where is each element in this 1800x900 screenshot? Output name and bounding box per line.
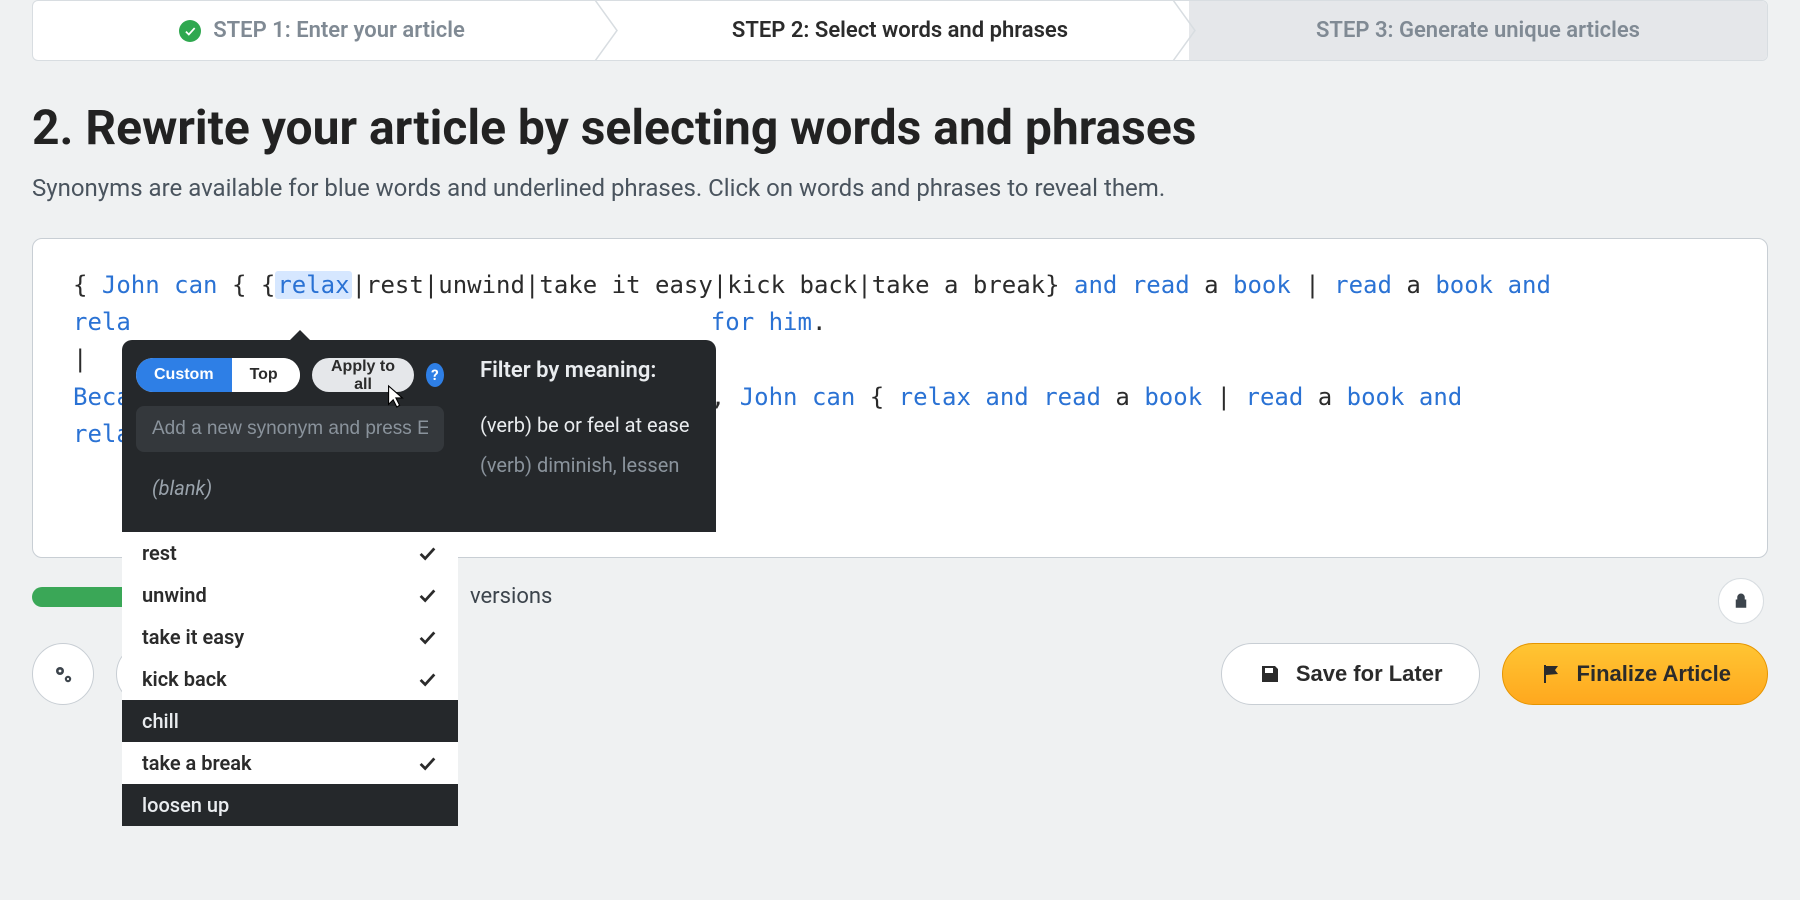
save-icon — [1258, 662, 1282, 686]
settings-button[interactable] — [32, 643, 94, 705]
synonym-option[interactable]: loosen up — [122, 784, 458, 826]
synonym-option[interactable]: unwind — [122, 574, 458, 616]
save-for-later-button[interactable]: Save for Later — [1221, 643, 1480, 705]
popover-arrow-icon — [288, 330, 312, 342]
check-icon — [416, 542, 438, 564]
help-icon[interactable]: ? — [426, 363, 444, 387]
check-icon — [179, 20, 201, 42]
step-separator-icon — [593, 1, 629, 60]
tab-custom[interactable]: Custom — [136, 358, 232, 392]
check-icon — [416, 668, 438, 690]
page-title: 2. Rewrite your article by selecting wor… — [32, 99, 1768, 156]
filter-meaning-option[interactable]: (verb) diminish, lessen — [480, 445, 694, 485]
synonym-list: rest unwind take it easy kick back chill… — [122, 532, 458, 826]
step-2[interactable]: STEP 2: Select words and phrases — [611, 1, 1189, 60]
lock-icon — [1732, 591, 1750, 611]
step-1[interactable]: STEP 1: Enter your article — [33, 1, 611, 60]
flag-icon — [1539, 662, 1563, 686]
step-3[interactable]: STEP 3: Generate unique articles — [1189, 1, 1767, 60]
check-icon — [416, 626, 438, 648]
blank-option[interactable]: (blank) — [136, 466, 444, 514]
filter-title: Filter by meaning: — [480, 358, 694, 383]
step-separator-icon — [1171, 1, 1207, 60]
lock-button[interactable] — [1718, 578, 1764, 624]
synonym-option[interactable]: kick back — [122, 658, 458, 700]
synonym-mode-segmented: Custom Top All — [136, 358, 300, 392]
step-2-label: STEP 2: Select words and phrases — [732, 18, 1068, 43]
editor-line: relafor him. — [73, 304, 1727, 341]
synonym-option[interactable]: take it easy — [122, 616, 458, 658]
add-synonym-input[interactable] — [136, 406, 444, 452]
check-icon — [416, 752, 438, 774]
wizard-stepper: STEP 1: Enter your article STEP 2: Selec… — [32, 0, 1768, 61]
synonym-option[interactable]: take a break — [122, 742, 458, 784]
editor-line: { John can { {relax|rest|unwind|take it … — [73, 267, 1727, 304]
synonym-popover: Custom Top All Apply to all ? (blank) Fi… — [122, 340, 716, 826]
step-1-label: STEP 1: Enter your article — [213, 18, 465, 43]
synonym-option[interactable]: chill — [122, 700, 458, 742]
synonym-option[interactable]: rest — [122, 532, 458, 574]
filter-panel: Filter by meaning: (verb) be or feel at … — [458, 340, 716, 532]
selected-word[interactable]: relax — [275, 271, 351, 299]
gear-icon — [51, 662, 75, 686]
apply-to-all-button[interactable]: Apply to all — [312, 358, 414, 392]
filter-meaning-option[interactable]: (verb) be or feel at ease — [480, 405, 694, 445]
tab-top[interactable]: Top — [232, 358, 296, 392]
check-icon — [416, 584, 438, 606]
page-subtitle: Synonyms are available for blue words an… — [32, 174, 1768, 202]
step-3-label: STEP 3: Generate unique articles — [1316, 18, 1640, 43]
finalize-article-button[interactable]: Finalize Article — [1502, 643, 1768, 705]
tab-all[interactable]: All — [296, 358, 301, 392]
